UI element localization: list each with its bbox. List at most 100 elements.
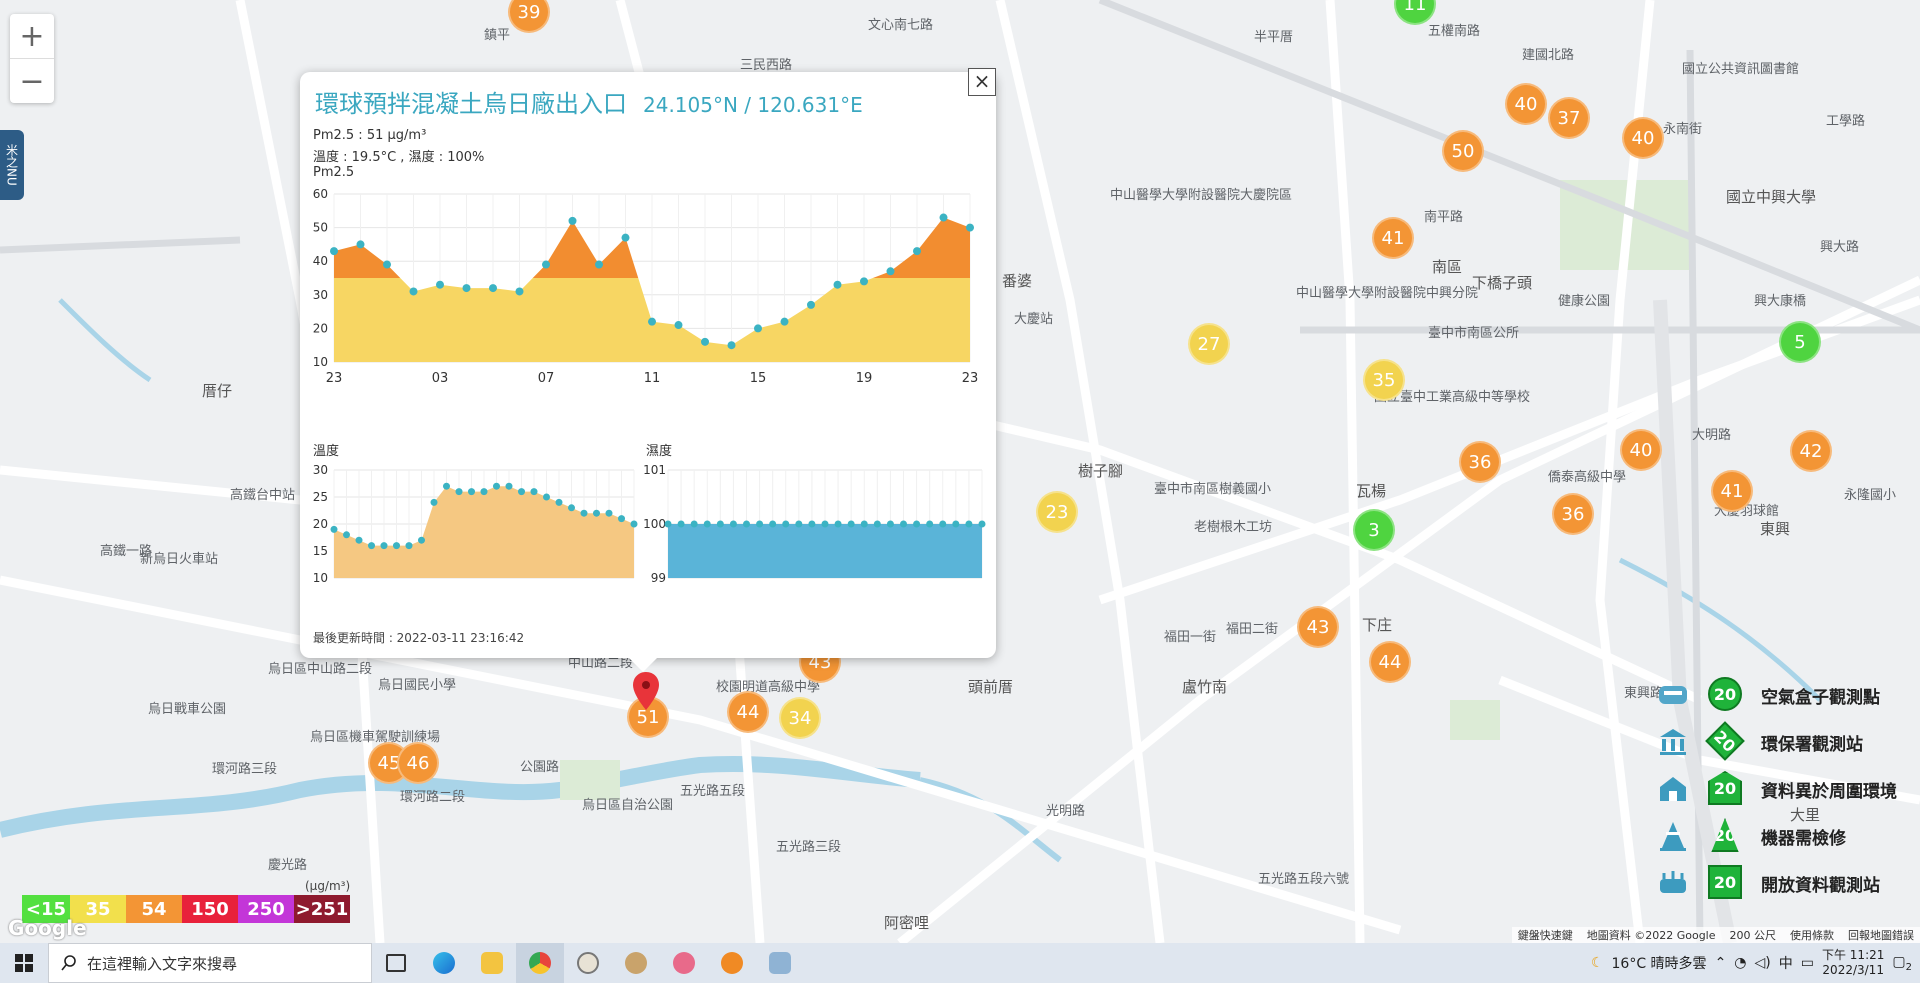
data-point[interactable] <box>593 509 600 517</box>
data-point[interactable] <box>860 277 868 286</box>
taskbar-search-box[interactable]: 在這裡輸入文字來搜尋 <box>48 943 372 983</box>
data-point[interactable] <box>833 280 842 289</box>
data-point[interactable] <box>886 267 895 276</box>
data-point[interactable] <box>674 321 683 330</box>
data-point[interactable] <box>405 542 413 550</box>
data-point[interactable] <box>355 536 363 544</box>
aq-station-marker[interactable]: 40 <box>1622 117 1664 159</box>
data-point[interactable] <box>595 260 603 269</box>
data-point[interactable] <box>729 520 737 528</box>
clock[interactable]: 下午 11:21 2022/3/11 <box>1822 948 1884 978</box>
data-point[interactable] <box>330 525 338 533</box>
aq-station-marker[interactable]: 36 <box>1552 493 1594 535</box>
aq-station-marker[interactable]: 42 <box>1790 430 1832 472</box>
data-point[interactable] <box>468 488 475 496</box>
data-point[interactable] <box>900 520 907 528</box>
zoom-out-button[interactable]: − <box>10 58 54 103</box>
data-point[interactable] <box>648 317 656 326</box>
network-icon[interactable]: ◔ <box>1734 955 1746 971</box>
data-point[interactable] <box>630 520 638 528</box>
data-point[interactable] <box>886 520 894 528</box>
app-9[interactable] <box>756 943 804 983</box>
data-point[interactable] <box>530 488 538 496</box>
data-point[interactable] <box>769 520 777 528</box>
data-point[interactable] <box>782 520 790 528</box>
tray-chevron-icon[interactable]: ⌃ <box>1715 955 1727 971</box>
app-5[interactable] <box>564 943 612 983</box>
data-point[interactable] <box>978 520 986 528</box>
data-point[interactable] <box>580 509 588 517</box>
edge-app[interactable] <box>420 943 468 983</box>
aq-station-marker[interactable]: 43 <box>1297 606 1339 648</box>
data-point[interactable] <box>409 287 418 296</box>
aq-station-marker[interactable]: 41 <box>1372 217 1414 259</box>
notification-icon[interactable]: ▢2 <box>1892 954 1912 973</box>
chrome-app[interactable] <box>516 943 564 983</box>
data-point[interactable] <box>621 233 630 242</box>
side-panel-tab[interactable]: 米之NU <box>0 130 24 200</box>
keyboard-icon[interactable]: ▭ <box>1801 955 1814 971</box>
data-point[interactable] <box>939 213 948 222</box>
data-point[interactable] <box>393 542 400 550</box>
zoom-in-button[interactable]: + <box>10 14 54 58</box>
data-point[interactable] <box>727 341 736 350</box>
aq-station-marker[interactable]: 5 <box>1779 321 1821 363</box>
data-point[interactable] <box>605 509 613 517</box>
aq-station-marker[interactable]: 50 <box>1442 130 1484 172</box>
data-point[interactable] <box>493 482 500 490</box>
data-point[interactable] <box>966 223 974 232</box>
data-point[interactable] <box>821 520 829 528</box>
blender-app[interactable] <box>708 943 756 983</box>
data-point[interactable] <box>480 488 488 496</box>
location-pin-icon[interactable] <box>631 670 661 714</box>
data-point[interactable] <box>913 520 921 528</box>
data-point[interactable] <box>443 482 450 490</box>
aq-station-marker[interactable]: 36 <box>1459 441 1501 483</box>
aq-station-marker[interactable]: 46 <box>397 742 439 784</box>
data-point[interactable] <box>716 520 724 528</box>
data-point[interactable] <box>952 520 960 528</box>
aq-station-marker[interactable]: 44 <box>727 691 769 733</box>
data-point[interactable] <box>489 284 497 293</box>
data-point[interactable] <box>330 247 338 256</box>
data-point[interactable] <box>808 520 816 528</box>
aq-station-marker[interactable]: 44 <box>1369 641 1411 683</box>
aq-station-marker[interactable]: 27 <box>1188 323 1230 365</box>
volume-icon[interactable]: ◁) <box>1755 955 1771 971</box>
data-point[interactable] <box>383 260 391 269</box>
ime-indicator[interactable]: 中 <box>1779 953 1793 973</box>
data-point[interactable] <box>756 520 764 528</box>
data-point[interactable] <box>939 520 947 528</box>
aq-station-marker[interactable]: 23 <box>1036 491 1078 533</box>
data-point[interactable] <box>701 337 709 346</box>
data-point[interactable] <box>743 520 750 528</box>
data-point[interactable] <box>462 284 471 293</box>
data-point[interactable] <box>343 531 350 539</box>
data-point[interactable] <box>690 520 698 528</box>
data-point[interactable] <box>380 542 388 550</box>
attribution-item[interactable]: 回報地圖錯誤 <box>1848 927 1914 943</box>
data-point[interactable] <box>913 247 921 256</box>
data-point[interactable] <box>834 520 842 528</box>
explorer-app[interactable] <box>468 943 516 983</box>
data-point[interactable] <box>664 520 672 528</box>
data-point[interactable] <box>455 488 463 496</box>
aq-station-marker[interactable]: 37 <box>1548 97 1590 139</box>
aq-station-marker[interactable]: 35 <box>1363 359 1405 401</box>
attribution-item[interactable]: 200 公尺 <box>1730 927 1777 943</box>
aq-station-marker[interactable]: 3 <box>1353 509 1395 551</box>
data-point[interactable] <box>703 520 711 528</box>
data-point[interactable] <box>568 504 575 512</box>
data-point[interactable] <box>618 515 625 523</box>
data-point[interactable] <box>807 300 815 309</box>
data-point[interactable] <box>677 520 685 528</box>
app-7[interactable] <box>660 943 708 983</box>
data-point[interactable] <box>873 520 881 528</box>
task-view-button[interactable] <box>372 943 420 983</box>
data-point[interactable] <box>542 260 550 269</box>
data-point[interactable] <box>795 520 803 528</box>
aq-station-marker[interactable]: 40 <box>1505 83 1547 125</box>
data-point[interactable] <box>568 216 577 225</box>
aq-station-marker[interactable]: 41 <box>1711 470 1753 512</box>
weather-text[interactable]: 16°C 晴時多雲 <box>1612 953 1707 973</box>
